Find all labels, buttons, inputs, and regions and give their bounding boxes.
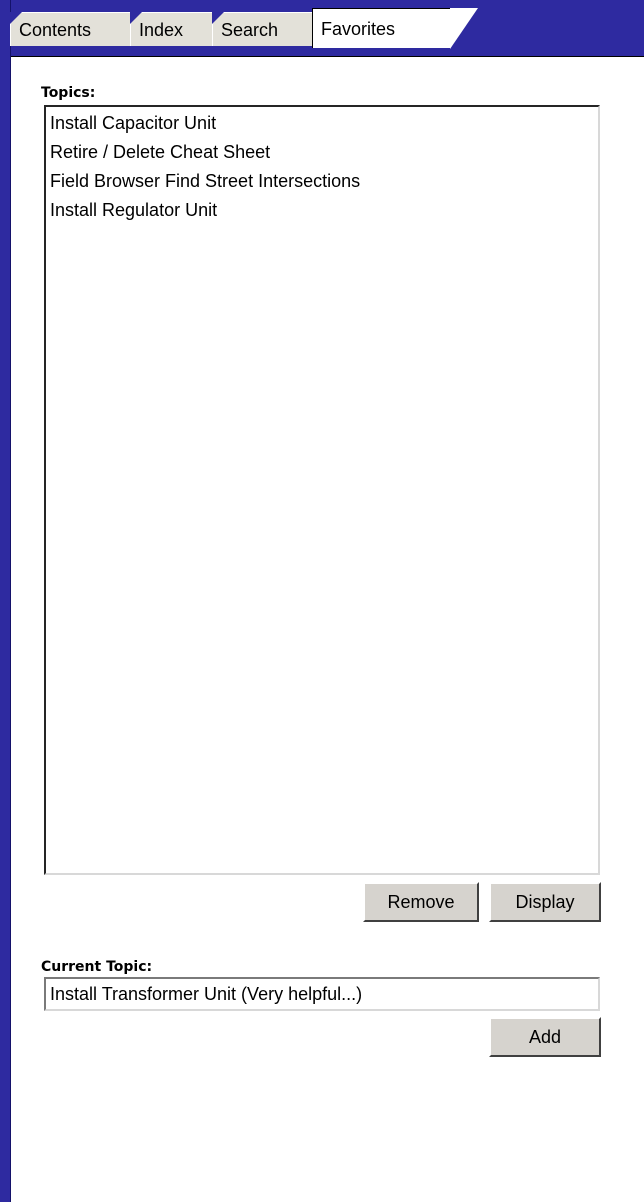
list-item[interactable]: Retire / Delete Cheat Sheet bbox=[50, 138, 594, 167]
left-frame-border bbox=[0, 0, 11, 1202]
tab-contents[interactable]: Contents bbox=[10, 12, 136, 46]
tab-corner bbox=[212, 12, 224, 24]
tab-corner bbox=[10, 12, 22, 24]
tab-label: Index bbox=[139, 20, 184, 40]
current-topic-label: Current Topic: bbox=[41, 959, 153, 975]
list-item[interactable]: Install Capacitor Unit bbox=[50, 109, 594, 138]
tab-label: Contents bbox=[19, 20, 92, 40]
current-topic-input[interactable] bbox=[44, 977, 600, 1011]
topics-listbox[interactable]: Install Capacitor Unit Retire / Delete C… bbox=[44, 105, 600, 875]
display-button[interactable]: Display bbox=[489, 882, 601, 922]
remove-button[interactable]: Remove bbox=[363, 882, 479, 922]
list-item[interactable]: Install Regulator Unit bbox=[50, 196, 594, 225]
tab-search[interactable]: Search bbox=[212, 12, 312, 46]
add-button[interactable]: Add bbox=[489, 1017, 601, 1057]
tab-index[interactable]: Index bbox=[130, 12, 220, 46]
list-item[interactable]: Field Browser Find Street Intersections bbox=[50, 167, 594, 196]
tab-label: Favorites bbox=[321, 19, 396, 39]
topics-label: Topics: bbox=[41, 85, 96, 101]
tab-label: Search bbox=[221, 20, 279, 40]
tab-favorites[interactable]: Favorites bbox=[312, 8, 478, 49]
tab-corner bbox=[130, 12, 142, 24]
favorites-panel: Topics: Install Capacitor Unit Retire / … bbox=[11, 56, 644, 1202]
